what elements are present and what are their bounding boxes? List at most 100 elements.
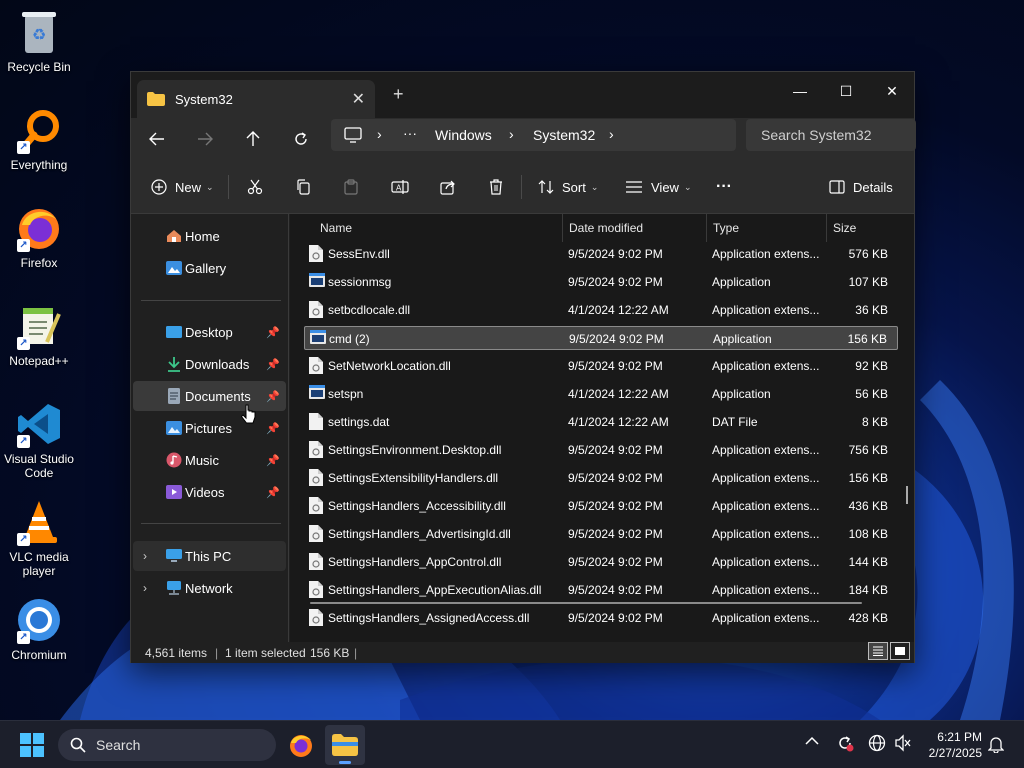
shortcut-arrow-icon: ↗ xyxy=(17,631,30,644)
start-button[interactable] xyxy=(12,725,52,765)
breadcrumb-separator[interactable]: › xyxy=(377,126,382,142)
table-row[interactable]: sessionmsg 9/5/2024 9:02 PM Application 107… xyxy=(304,270,898,294)
desktop-icon-vlc[interactable]: ↗ VLC media player xyxy=(0,498,78,578)
tab-system32[interactable]: System32 ✕ xyxy=(137,80,375,118)
table-row[interactable]: SetNetworkLocation.dll 9/5/2024 9:02 PM Ap… xyxy=(304,354,898,378)
videos-icon xyxy=(165,484,183,500)
back-arrow-icon xyxy=(149,132,164,146)
nav-item-gallery[interactable]: Gallery xyxy=(133,253,286,283)
network-globe-icon[interactable] xyxy=(868,734,886,755)
breadcrumb-more[interactable]: ··· xyxy=(403,125,417,141)
desktop-icon-notepadpp[interactable]: ↗ Notepad++ xyxy=(0,302,78,368)
nav-item-downloads[interactable]: Downloads 📌 xyxy=(133,349,286,379)
breadcrumb-separator[interactable]: › xyxy=(509,126,514,142)
taskbar-search[interactable]: Search xyxy=(58,729,276,761)
desktop-icon-everything[interactable]: ↗ Everything xyxy=(0,106,78,172)
breadcrumb-windows[interactable]: Windows xyxy=(435,127,492,143)
nav-item-videos[interactable]: Videos 📌 xyxy=(133,477,286,507)
more-options-button[interactable]: ··· xyxy=(716,174,732,200)
column-header-date[interactable]: Date modified xyxy=(569,214,707,242)
forward-button[interactable] xyxy=(190,124,220,154)
trash-icon xyxy=(490,179,502,195)
column-header-size[interactable]: Size xyxy=(833,214,903,242)
details-view-toggle[interactable] xyxy=(868,642,888,660)
dll-file-icon xyxy=(309,357,323,374)
table-row[interactable]: SettingsHandlers_AssignedAccess.dll 9/5/2… xyxy=(304,606,898,630)
table-row[interactable]: setbcdlocale.dll 4/1/2024 12:22 AM Applica… xyxy=(304,298,898,322)
file-type: Application xyxy=(712,275,771,289)
column-header-name[interactable]: Name xyxy=(320,214,560,242)
column-separator[interactable] xyxy=(706,214,707,242)
file-size: 436 KB xyxy=(848,499,888,513)
table-row[interactable]: SettingsExtensibilityHandlers.dll 9/5/202… xyxy=(304,466,898,490)
minimize-button[interactable]: — xyxy=(777,76,823,106)
column-separator[interactable] xyxy=(826,214,827,242)
paste-icon xyxy=(344,179,358,195)
nav-item-this-pc[interactable]: › This PC xyxy=(133,541,286,571)
view-button[interactable]: View ⌄ xyxy=(625,174,692,200)
file-date: 9/5/2024 9:02 PM xyxy=(568,499,663,513)
desktop-icon-chromium[interactable]: ↗ Chromium xyxy=(0,596,78,662)
nav-item-desktop[interactable]: Desktop 📌 xyxy=(133,317,286,347)
cut-button[interactable] xyxy=(247,174,263,200)
this-pc-icon xyxy=(344,127,362,146)
nav-item-network[interactable]: › Network xyxy=(133,573,286,603)
close-button[interactable]: ✕ xyxy=(869,76,915,106)
desktop-icon-firefox[interactable]: ↗ Firefox xyxy=(0,204,78,270)
search-input[interactable]: Search System32 xyxy=(746,119,916,151)
delete-button[interactable] xyxy=(488,174,504,200)
table-row[interactable]: setspn 4/1/2024 12:22 AM Application 56 KB xyxy=(304,382,898,406)
table-row[interactable]: settings.dat 4/1/2024 12:22 AM DAT File 8 K… xyxy=(304,410,898,434)
taskbar-search-label: Search xyxy=(96,737,141,753)
show-hidden-icons-chevron-icon[interactable] xyxy=(805,733,819,749)
copy-button[interactable] xyxy=(295,174,311,200)
tab-close-icon[interactable]: ✕ xyxy=(352,89,365,109)
paste-button[interactable] xyxy=(343,174,359,200)
shortcut-arrow-icon: ↗ xyxy=(17,337,30,350)
new-button[interactable]: New ⌄ xyxy=(151,174,214,200)
file-type: Application xyxy=(713,332,772,346)
taskbar-file-explorer[interactable] xyxy=(325,725,365,765)
breadcrumb-separator[interactable]: › xyxy=(609,126,614,142)
column-header-type[interactable]: Type xyxy=(713,214,826,242)
volume-muted-icon[interactable] xyxy=(894,734,912,755)
file-date: 4/1/2024 12:22 AM xyxy=(568,303,669,317)
up-button[interactable] xyxy=(238,124,268,154)
taskbar-clock[interactable]: 6:21 PM 2/27/2025 xyxy=(929,729,982,761)
sync-status-icon[interactable] xyxy=(836,734,854,755)
table-row[interactable]: SettingsHandlers_Accessibility.dll 9/5/20… xyxy=(304,494,898,518)
table-row[interactable]: cmd (2) 9/5/2024 9:02 PM Application 156 KB xyxy=(304,326,898,350)
horizontal-scrollbar[interactable] xyxy=(310,602,862,604)
column-separator[interactable] xyxy=(562,214,563,242)
pin-icon: 📌 xyxy=(266,454,280,467)
table-row[interactable]: SettingsHandlers_AppControl.dll 9/5/2024 … xyxy=(304,550,898,574)
nav-item-music[interactable]: Music 📌 xyxy=(133,445,286,475)
new-tab-button[interactable]: + xyxy=(393,84,404,105)
refresh-button[interactable] xyxy=(286,124,316,154)
notification-bell-icon[interactable] xyxy=(987,735,1005,756)
rename-button[interactable]: A xyxy=(391,174,409,200)
sort-button[interactable]: Sort ⌄ xyxy=(538,174,598,200)
table-row[interactable]: SessEnv.dll 9/5/2024 9:02 PM Application e… xyxy=(304,242,898,266)
file-size: 756 KB xyxy=(848,443,888,457)
nav-item-home[interactable]: Home xyxy=(133,221,286,251)
address-box[interactable]: › ··· Windows › System32 › xyxy=(331,119,736,151)
details-button[interactable]: Details xyxy=(829,174,893,200)
table-row[interactable]: SettingsEnvironment.Desktop.dll 9/5/2024 … xyxy=(304,438,898,462)
table-row[interactable]: SettingsHandlers_AppExecutionAlias.dll 9/… xyxy=(304,578,898,602)
share-button[interactable] xyxy=(440,174,456,200)
nav-item-pictures[interactable]: Pictures 📌 xyxy=(133,413,286,443)
file-name: SettingsHandlers_Accessibility.dll xyxy=(328,499,506,513)
nav-item-documents[interactable]: Documents 📌 xyxy=(133,381,286,411)
forward-arrow-icon xyxy=(198,132,213,146)
file-date: 9/5/2024 9:02 PM xyxy=(568,583,663,597)
taskbar-firefox[interactable] xyxy=(281,725,321,765)
vertical-scrollbar[interactable] xyxy=(906,486,908,504)
table-row[interactable]: SettingsHandlers_AdvertisingId.dll 9/5/20… xyxy=(304,522,898,546)
tiles-view-toggle[interactable] xyxy=(890,642,910,660)
maximize-button[interactable]: ☐ xyxy=(823,76,869,106)
back-button[interactable] xyxy=(142,124,172,154)
breadcrumb-system32[interactable]: System32 xyxy=(533,127,595,143)
desktop-icon-recycle-bin[interactable]: ♻ Recycle Bin xyxy=(0,8,78,74)
desktop-icon-vscode[interactable]: ↗ Visual Studio Code xyxy=(0,400,78,480)
